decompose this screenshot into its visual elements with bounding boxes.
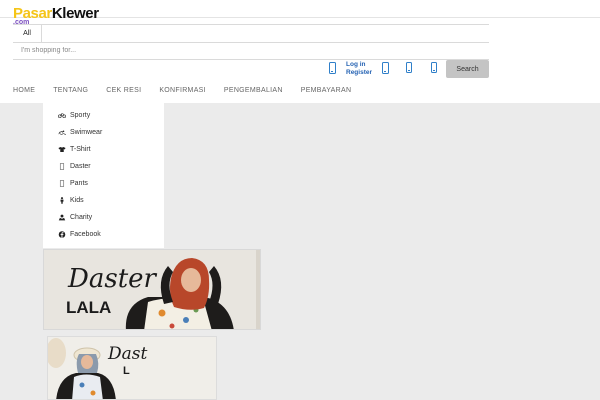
category-label: Sporty — [70, 112, 91, 119]
tablet-icon[interactable] — [382, 62, 389, 74]
category-label: Pants — [70, 180, 88, 187]
category-item-daster[interactable]: Daster — [58, 163, 91, 170]
nav-konfirmasi[interactable]: KONFIRMASI — [159, 87, 206, 94]
phone-icon[interactable] — [431, 62, 437, 73]
swimmer-icon — [58, 129, 66, 136]
login-label: Log in — [346, 61, 366, 68]
nav-tentang[interactable]: TENTANG — [53, 87, 88, 94]
category-label: Kids — [70, 197, 84, 204]
category-item-tshirt[interactable]: T-Shirt — [58, 146, 91, 153]
phone-icon[interactable] — [406, 62, 412, 73]
placeholder-icon — [58, 163, 66, 170]
placeholder-icon — [58, 180, 66, 187]
hands-icon — [58, 214, 66, 221]
category-label: Facebook — [70, 231, 101, 238]
child-icon — [58, 197, 66, 204]
register-label: Register — [346, 68, 373, 76]
banner-script-title: Daster — [68, 264, 156, 294]
brand-name-part2: Klewer — [51, 5, 99, 22]
banner-script-title: Dast — [108, 344, 148, 364]
category-item-pants[interactable]: Pants — [58, 180, 88, 187]
category-label: Daster — [70, 163, 91, 170]
category-item-kids[interactable]: Kids — [58, 197, 84, 204]
promo-banner-daster-lala[interactable]: Daster LALA — [43, 249, 261, 330]
category-item-swimwear[interactable]: Swimwear — [58, 129, 102, 136]
category-select[interactable]: All — [13, 25, 42, 42]
category-row: All — [13, 24, 489, 43]
category-item-charity[interactable]: Charity — [58, 214, 92, 221]
category-label: Swimwear — [70, 129, 103, 136]
category-dropdown: Sporty Swimwear T-Shirt Daster Pants Kid… — [43, 103, 164, 248]
brand-logo[interactable]: PasarKlewer .com — [13, 5, 99, 26]
category-item-sporty[interactable]: Sporty — [58, 112, 90, 119]
login-register-link[interactable]: Log in Register — [346, 61, 372, 76]
search-input[interactable] — [13, 42, 489, 60]
banner-bold-title: LALA — [66, 298, 112, 317]
promo-banner-daster-lala-small[interactable]: Dast L — [47, 336, 217, 400]
facebook-icon — [58, 231, 66, 238]
nav-pengembalian[interactable]: PENGEMBALIAN — [224, 87, 283, 94]
site-header: PasarKlewer .com All Log in Register Sea… — [0, 0, 600, 103]
main-nav: HOME TENTANG CEK RESI KONFIRMASI PENGEMB… — [13, 87, 369, 94]
phone-icon[interactable] — [329, 62, 336, 74]
category-label: T-Shirt — [70, 146, 91, 153]
search-button[interactable]: Search — [446, 60, 489, 78]
tshirt-icon — [58, 146, 66, 153]
category-label: Charity — [70, 214, 93, 221]
category-item-facebook[interactable]: Facebook — [58, 231, 101, 238]
nav-cek-resi[interactable]: CEK RESI — [106, 87, 141, 94]
nav-pembayaran[interactable]: PEMBAYARAN — [301, 87, 352, 94]
banner-bold-title: L — [123, 365, 130, 377]
bicycle-icon — [58, 112, 66, 119]
nav-home[interactable]: HOME — [13, 87, 35, 94]
